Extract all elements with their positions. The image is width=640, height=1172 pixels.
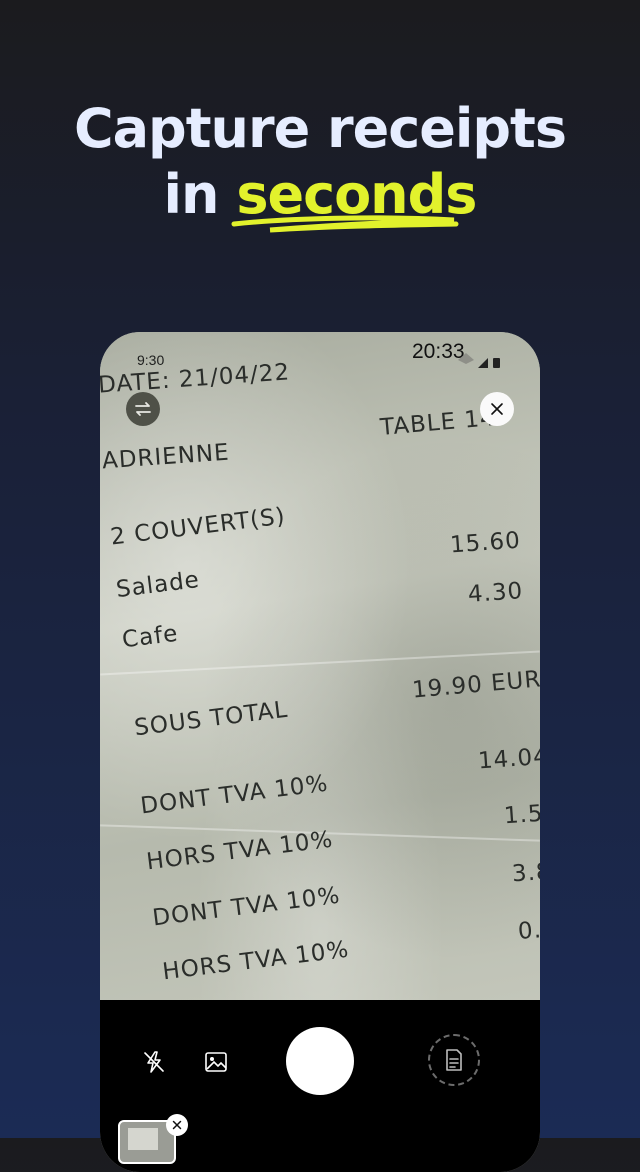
headline-prefix: in [163,163,220,226]
thumbnail-receipt-preview [128,1128,158,1150]
receipt-tax-amount: 3.8 [511,858,540,888]
flash-off-icon[interactable] [140,1048,168,1076]
camera-viewfinder[interactable]: 9:30 20:33 DATE: 21/04/22 TABLE 14 ADRIE… [100,332,540,1000]
switch-mode-button[interactable] [126,392,160,426]
receipt-tax-label: HORS TVA 10% [161,936,351,986]
receipt-date: DATE: 21/04/22 [100,359,291,399]
receipt-tax-label: DONT TVA 10% [139,770,330,820]
receipt-item-name: Salade [114,566,202,604]
headline: Capture receipts in seconds [0,96,640,233]
headline-line-1: Capture receipts [73,97,567,160]
receipt-tax-label: HORS TVA 10% [145,826,335,876]
receipt-item-amount: 4.30 [467,578,525,608]
signal-battery-icon [458,353,500,368]
phone-screen: 9:30 20:33 DATE: 21/04/22 TABLE 14 ADRIE… [100,332,540,1172]
headline-line-2: in seconds [0,162,640,233]
receipt-tax-label: DONT TVA 10% [151,882,342,932]
brush-underline-icon [231,215,459,233]
shutter-button[interactable] [286,1027,354,1095]
status-time: 9:30 [137,352,165,368]
close-icon [491,403,503,415]
receipt-subtotal-value: 19.90 EUR [411,666,540,704]
remove-thumbnail-button[interactable] [166,1114,188,1136]
receipt-tax-amount: 14.04 [477,743,540,775]
receipt-server: ADRIENNE [101,439,231,475]
receipt-subtotal-label: SOUS TOTAL [132,696,290,742]
receipt-item-amount: 15.60 [449,527,522,559]
receipt-tax-amount: 1.5 [503,800,540,830]
image-icon[interactable] [202,1048,230,1076]
receipt-item-name: Cafe [120,620,180,654]
close-icon [172,1120,182,1130]
receipt-covers: 2 COUVERT(S) [109,503,288,551]
receipt-tax-amount: 0. [517,917,540,945]
document-icon [446,1049,462,1071]
close-button[interactable] [480,392,514,426]
swap-icon [135,402,151,416]
receipt-table: TABLE 14 [379,405,497,441]
document-mode-button[interactable] [428,1034,480,1086]
camera-controls-bar [100,1000,540,1172]
headline-accent: seconds [231,162,477,233]
